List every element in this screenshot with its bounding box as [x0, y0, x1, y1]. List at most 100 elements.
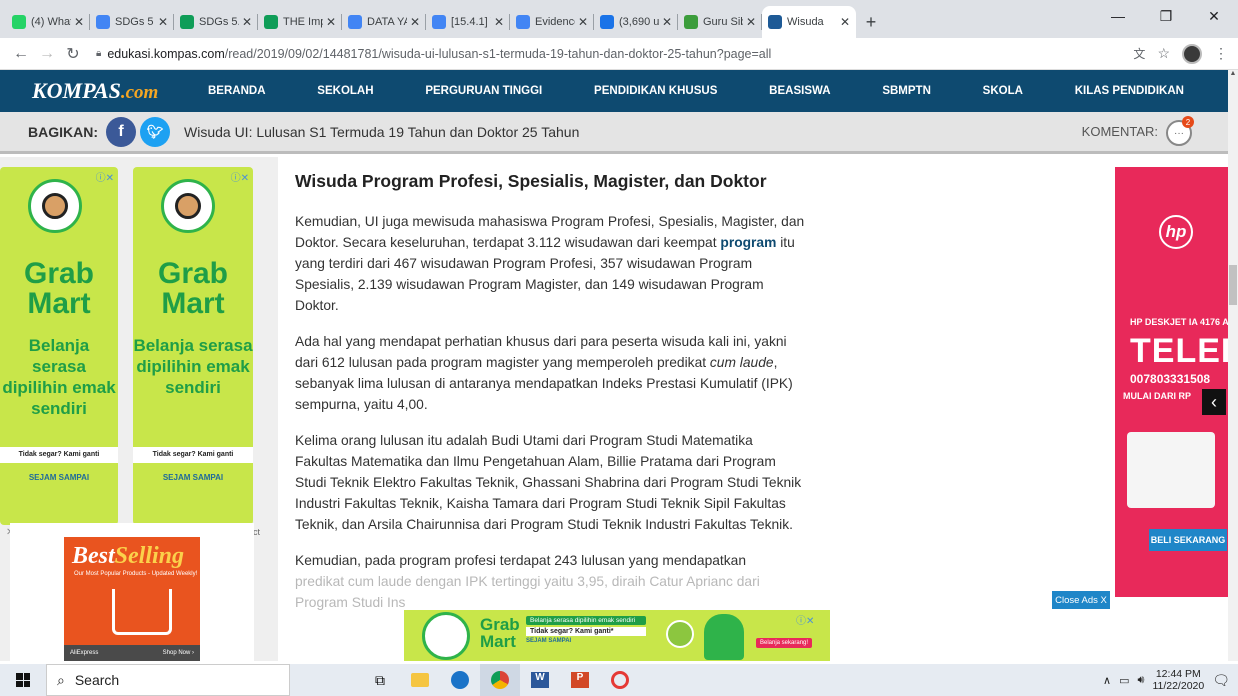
comment-label: KOMENTAR: — [1081, 124, 1158, 139]
hp-number: 007803331508 — [1130, 372, 1211, 386]
file-explorer-icon[interactable] — [400, 664, 440, 696]
tab-close-icon[interactable]: ✕ — [410, 15, 420, 29]
app-icon[interactable] — [600, 664, 640, 696]
hp-model: HP DESKJET IA 4176 A — [1130, 317, 1228, 327]
windows-taskbar: ⌕ Search ⧉ W P ∧ ▭ 🔊︎ 12:44 PM 11/22/2020 … — [0, 664, 1238, 696]
nav-item-sekolah[interactable]: SEKOLAH — [317, 85, 373, 97]
tab-label: DATA YA — [367, 16, 407, 28]
edge-icon[interactable] — [440, 664, 480, 696]
bookmark-star-icon[interactable]: ☆ — [1157, 45, 1170, 62]
tab-close-icon[interactable]: ✕ — [578, 15, 588, 29]
tab-close-icon[interactable]: ✕ — [840, 15, 850, 29]
browser-tab[interactable]: (4) What ✕ — [6, 6, 90, 38]
start-button[interactable] — [0, 664, 46, 696]
program-link[interactable]: program — [720, 235, 776, 250]
browser-tab[interactable]: DATA YA ✕ — [342, 6, 426, 38]
beli-sekarang-button[interactable]: BELI SEKARANG — [1149, 529, 1227, 551]
powerpoint-icon[interactable]: P — [560, 664, 600, 696]
tab-label: Evidence — [535, 16, 575, 28]
tab-label: SDGs 5.xl — [199, 16, 239, 28]
nav-item-beasiswa[interactable]: BEASISWA — [769, 85, 830, 97]
person-image — [704, 614, 744, 660]
translate-icon[interactable]: 文 — [1133, 45, 1145, 62]
word-icon[interactable]: W — [520, 664, 560, 696]
tab-label: THE Impa — [283, 16, 323, 28]
mart-title: Mart — [161, 287, 225, 320]
nav-item-perguruan-tinggi[interactable]: PERGURUAN TINGGI — [425, 85, 542, 97]
chevron-up-icon[interactable]: ∧ — [1103, 674, 1111, 687]
article-body: Wisuda Program Profesi, Spesialis, Magis… — [295, 157, 805, 613]
menu-kebab-icon[interactable]: ⋮ — [1214, 45, 1228, 62]
whatsapp-icon — [12, 15, 26, 29]
reload-icon[interactable]: ↻ — [60, 44, 86, 64]
logo-main: KOMPAS — [32, 78, 121, 103]
forward-icon[interactable]: → — [34, 45, 60, 63]
tab-close-icon[interactable]: ✕ — [746, 15, 756, 29]
tab-close-icon[interactable]: ✕ — [74, 15, 84, 29]
chevron-left-icon[interactable]: ‹ — [1202, 389, 1226, 415]
close-window-icon[interactable]: ✕ — [1190, 0, 1238, 32]
tab-close-icon[interactable]: ✕ — [326, 15, 336, 29]
bestselling-ad[interactable]: BestSelling Our Most Popular Products - … — [10, 523, 254, 661]
tab-close-icon[interactable]: ✕ — [662, 15, 672, 29]
hp-tele: TELEPO — [1130, 332, 1228, 370]
chrome-icon[interactable] — [480, 664, 520, 696]
pilihan-emak-badge-icon — [422, 612, 470, 660]
new-tab-button[interactable]: + — [856, 6, 886, 38]
notification-icon[interactable]: 🗨︎ — [1212, 672, 1230, 689]
battery-icon[interactable]: ▭ — [1119, 674, 1129, 687]
clock[interactable]: 12:44 PM 11/22/2020 — [1152, 668, 1204, 692]
volume-icon[interactable]: 🔊︎ — [1138, 674, 1145, 687]
browser-tab[interactable]: Wisuda ✕ — [762, 6, 856, 38]
windows-logo-icon — [16, 673, 30, 687]
restore-icon[interactable]: ❐ — [1142, 0, 1190, 32]
close-ads-button[interactable]: Close Ads X — [1052, 591, 1110, 609]
grabmart-bottom-ad[interactable]: Grab Mart Belanja serasa dipilihin emak s… — [404, 610, 830, 661]
hp-logo-icon: hp — [1159, 215, 1193, 249]
scroll-thumb[interactable] — [1229, 265, 1237, 305]
browser-tab[interactable]: [15.4.1] V✕ — [426, 6, 510, 38]
lock-icon: 🔒︎ — [96, 48, 102, 59]
nav-item-pendidikan-khusus[interactable]: PENDIDIKAN KHUSUS — [594, 85, 717, 97]
browser-tab[interactable]: SDGs 5.xl✕ — [174, 6, 258, 38]
grab-title: Grab — [157, 257, 229, 290]
browser-tab[interactable]: (3,690 un✕ — [594, 6, 678, 38]
nav-item-skola[interactable]: SKOLA — [983, 85, 1023, 97]
adchoices-icon[interactable]: ⓘ✕ — [796, 612, 814, 627]
url-path: /read/2019/09/02/14481781/wisuda-ui-lulu… — [224, 46, 772, 61]
hp-printer-ad[interactable]: hp HP DESKJET IA 4176 A TELEPO 007803331… — [1115, 167, 1228, 597]
adchoices-icon[interactable]: ⓘ✕ — [231, 169, 249, 184]
nav-item-sbmptn[interactable]: SBMPTN — [882, 85, 931, 97]
minimize-icon[interactable]: — — [1094, 0, 1142, 32]
bottom-cta[interactable]: Belanja sekarang! — [756, 638, 813, 648]
tab-label: SDGs 5 - — [115, 16, 155, 28]
browser-tab[interactable]: THE Impa✕ — [258, 6, 342, 38]
page-scrollbar[interactable]: ▲ — [1228, 70, 1238, 661]
sk-icon — [684, 15, 698, 29]
tab-close-icon[interactable]: ✕ — [494, 15, 504, 29]
tab-close-icon[interactable]: ✕ — [242, 15, 252, 29]
task-view-icon[interactable]: ⧉ — [360, 664, 400, 696]
tab-close-icon[interactable]: ✕ — [158, 15, 168, 29]
browser-tab[interactable]: Evidence✕ — [510, 6, 594, 38]
adchoices-icon[interactable]: ⓘ✕ — [96, 169, 114, 184]
kompas-logo[interactable]: KOMPAS.com — [32, 78, 208, 104]
nav-item-kilas-pendidikan[interactable]: KILAS PENDIDIKAN — [1075, 85, 1184, 97]
browser-tab[interactable]: Guru Sib ✕ — [678, 6, 762, 38]
grab-sejam: SEJAM SAMPAI — [28, 473, 90, 482]
browser-toolbar: ← → ↻ 🔒︎ edukasi.kompas.com/read/2019/09… — [0, 38, 1238, 70]
browser-tab[interactable]: SDGs 5 -✕ — [90, 6, 174, 38]
address-bar[interactable]: 🔒︎ edukasi.kompas.com/read/2019/09/02/14… — [92, 41, 1133, 67]
profile-avatar-icon[interactable] — [1182, 43, 1202, 64]
tab-label: Guru Sib — [703, 16, 743, 28]
grabmart-ad-2[interactable]: ⓘ✕ Grab Mart Belanja serasa dipilihin em… — [133, 167, 253, 525]
comment-count-badge: 2 — [1182, 116, 1194, 128]
scroll-up-icon[interactable]: ▲ — [1228, 70, 1238, 77]
back-icon[interactable]: ← — [8, 45, 34, 63]
taskbar-search[interactable]: ⌕ Search — [46, 664, 290, 696]
twitter-icon[interactable]: 🐦︎ — [140, 116, 170, 147]
nav-item-beranda[interactable]: BERANDA — [208, 85, 266, 97]
share-label: BAGIKAN: — [28, 123, 98, 140]
facebook-icon[interactable]: f — [106, 116, 136, 147]
grabmart-ad-1[interactable]: ⓘ✕ Grab Mart Belanja serasa dipilihin em… — [0, 167, 118, 525]
